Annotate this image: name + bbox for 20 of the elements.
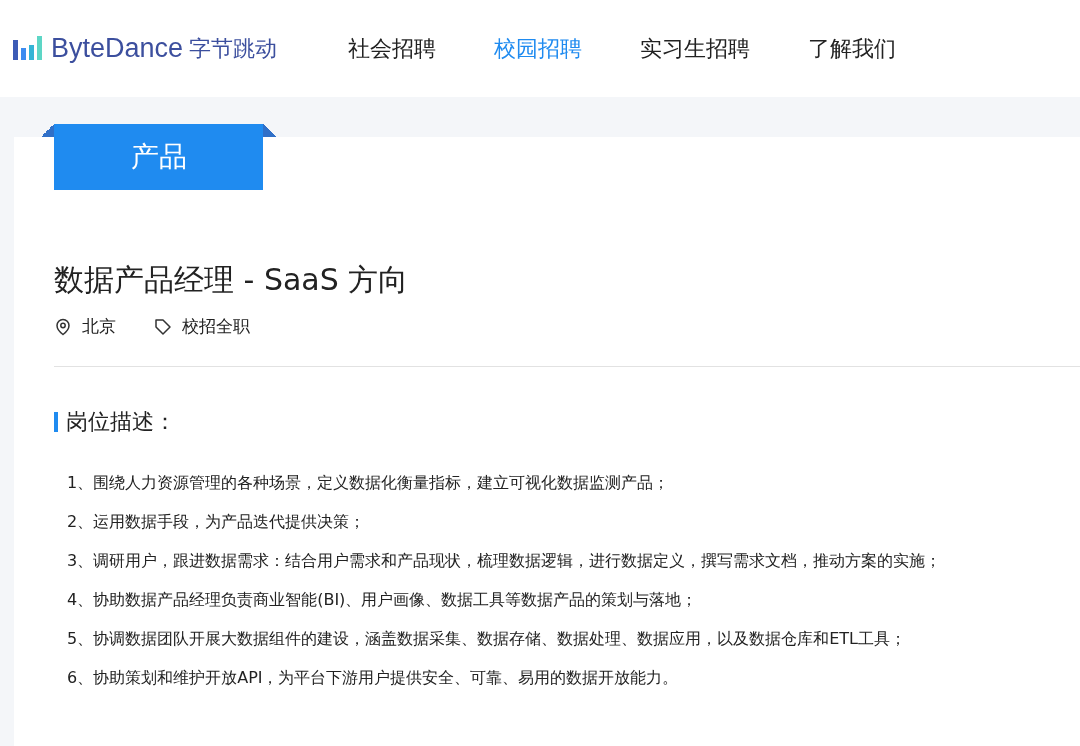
nav-link[interactable]: 实习生招聘 — [640, 33, 750, 64]
category-label: 产品 — [130, 139, 187, 175]
nav-link[interactable]: 社会招聘 — [348, 33, 436, 64]
duty-item: 3、调研用户，跟进数据需求：结合用户需求和产品现状，梳理数据逻辑，进行数据定义，撰写需求文档，推动方案的实施； — [67, 550, 943, 572]
logo-text-chinese: 字节跳动 — [189, 34, 278, 63]
duty-item: 4、协助数据产品经理负责商业智能(BI)、用户画像、数据工具等数据产品的策划与落地； — [67, 589, 699, 611]
section-title: 岗位描述： — [66, 408, 176, 436]
job-type: 校招全职 — [182, 315, 250, 338]
job-title: 数据产品经理 - SaaS 方向 — [54, 261, 410, 299]
location-pin-icon — [54, 317, 72, 336]
tag-icon — [154, 317, 172, 336]
duty-item: 2、运用数据手段，为产品迭代提供决策； — [67, 511, 367, 533]
section-marker — [54, 412, 58, 432]
duty-item: 1、围绕人力资源管理的各种场景，定义数据化衡量指标，建立可视化数据监测产品； — [67, 472, 671, 494]
logo-bars-icon — [13, 35, 45, 62]
duty-item: 5、协调数据团队开展大数据组件的建设，涵盖数据采集、数据存储、数据处理、数据应用，以及数据仓库和ETL工具； — [67, 628, 907, 650]
logo-text: ByteDance — [51, 33, 184, 64]
job-location: 北京 — [82, 315, 116, 338]
nav-link[interactable]: 了解我们 — [808, 33, 896, 64]
duty-item: 6、协助策划和维护开放API，为平台下游用户提供安全、可靠、易用的数据开放能力。 — [67, 667, 680, 689]
